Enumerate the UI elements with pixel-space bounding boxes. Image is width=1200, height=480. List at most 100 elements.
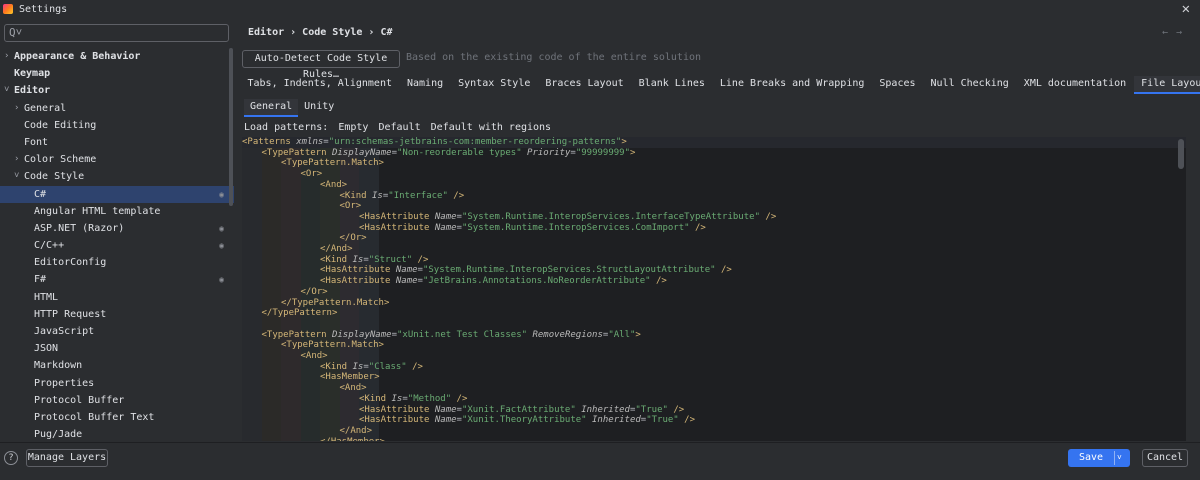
code-token: <HasAttribute — [359, 415, 435, 426]
tab[interactable]: Null Checking — [923, 76, 1016, 94]
sidebar-item[interactable]: › Color Scheme — [0, 151, 234, 168]
sidebar-item[interactable]: ASP.NET (Razor) ◉ — [0, 220, 234, 237]
subtab[interactable]: Unity — [298, 99, 340, 117]
sidebar-item[interactable]: HTTP Request — [0, 306, 234, 323]
chevron-right-icon[interactable]: › — [4, 48, 9, 65]
load-pattern-default-link[interactable]: Default — [378, 122, 420, 133]
load-patterns-bar: Load patterns: Empty Default Default wit… — [244, 122, 555, 133]
chevron-down-icon[interactable]: ˅ — [4, 82, 9, 99]
code-token: /> — [667, 404, 685, 415]
code-token: Is — [352, 361, 364, 372]
auto-detect-hint: Based on the existing code of the entire… — [406, 52, 702, 63]
auto-detect-button[interactable]: Auto-Detect Code Style Rules… — [242, 50, 400, 80]
layers-icon: ◉ — [219, 241, 224, 251]
sidebar-item-label: Protocol Buffer Text — [34, 411, 155, 423]
tab[interactable]: File Layout — [1133, 76, 1200, 94]
code-token: /> — [406, 361, 423, 372]
code-token: /> — [678, 415, 695, 426]
sidebar-item[interactable]: HTML — [0, 289, 234, 306]
sidebar-item[interactable]: Angular HTML template — [0, 203, 234, 220]
help-icon[interactable]: ? — [4, 451, 18, 465]
chevron-right-icon[interactable]: › — [14, 100, 19, 117]
sidebar-item[interactable]: F# ◉ — [0, 271, 234, 288]
load-pattern-empty-link[interactable]: Empty — [338, 122, 368, 133]
code-line: </Or> — [340, 233, 367, 244]
sidebar-item[interactable]: › General — [0, 100, 234, 117]
code-token: </And> — [339, 425, 373, 436]
code-token: "All" — [608, 329, 636, 340]
code-token: </And> — [320, 244, 353, 254]
subtab[interactable]: General — [244, 99, 299, 117]
code-token: xmlns — [296, 137, 324, 147]
code-token: Name — [434, 211, 457, 222]
code-line: <Kind Is="Interface" /> — [340, 191, 465, 202]
sidebar-item[interactable]: EditorConfig — [0, 254, 234, 271]
sidebar-item-label: Color Scheme — [24, 154, 97, 166]
code-token: </TypePattern.Match> — [281, 297, 390, 308]
save-button[interactable]: Save ˅ — [1068, 449, 1130, 467]
sidebar-item[interactable]: Properties — [0, 375, 234, 392]
tab[interactable]: Spaces — [872, 76, 923, 94]
code-token: Priority — [527, 147, 571, 158]
sidebar-item[interactable]: Code Editing — [0, 117, 234, 134]
code-line: <TypePattern DisplayName="Non-reorderabl… — [262, 148, 636, 159]
sidebar-item[interactable]: Font — [0, 134, 234, 151]
code-token: "True" — [646, 415, 679, 426]
sidebar-item[interactable]: › Appearance & Behavior — [0, 48, 234, 65]
code-token: Name — [434, 404, 457, 415]
chevron-down-icon[interactable]: ˅ — [14, 168, 19, 185]
sidebar-item[interactable]: ˅ Editor — [0, 82, 234, 99]
code-line: <HasMember> — [320, 372, 380, 383]
sidebar-scrollbar[interactable] — [229, 48, 233, 206]
code-token: <Or> — [339, 201, 362, 212]
sidebar-item[interactable]: Keymap — [0, 65, 234, 82]
sidebar-item[interactable]: Markdown — [0, 357, 234, 374]
chevron-down-icon[interactable]: ˅ — [1117, 449, 1122, 467]
forward-arrow-icon[interactable]: → — [1176, 27, 1190, 38]
code-token: DisplayName — [331, 329, 392, 340]
code-line: <HasAttribute Name="Xunit.TheoryAttribut… — [359, 415, 695, 426]
pattern-code-editor[interactable]: <Patterns xmlns="urn:schemas-jetbrains-c… — [242, 137, 1186, 441]
tab[interactable]: Braces Layout — [538, 76, 631, 94]
tab[interactable]: Syntax Style — [451, 76, 538, 94]
editor-scrollbar[interactable] — [1178, 139, 1184, 169]
layers-icon: ◉ — [219, 275, 224, 285]
tab[interactable]: XML documentation — [1016, 76, 1133, 94]
sidebar-item[interactable]: C/C++ ◉ — [0, 237, 234, 254]
code-token: "System.Runtime.InteropServices.Interfac… — [461, 211, 760, 222]
code-token: "JetBrains.Annotations.NoReorderAttribut… — [422, 276, 651, 287]
code-token: </TypePattern> — [261, 308, 338, 319]
cancel-button[interactable]: Cancel — [1142, 449, 1188, 467]
sidebar-item-label: Markdown — [34, 360, 83, 372]
code-token: <Kind — [320, 361, 353, 372]
code-token: "System.Runtime.InteropServices.ComImpor… — [461, 222, 690, 233]
sidebar-item[interactable]: Protocol Buffer Text — [0, 409, 234, 426]
sidebar-item[interactable]: Pug/Jade — [0, 426, 234, 443]
tab[interactable]: Blank Lines — [631, 76, 712, 94]
load-pattern-default-regions-link[interactable]: Default with regions — [431, 122, 551, 133]
back-arrow-icon[interactable]: ← — [1162, 27, 1176, 38]
settings-content: Editor › Code Style › C# ←→ Auto-Detect … — [234, 18, 1200, 442]
sidebar-item[interactable]: ˅ Code Style — [0, 168, 234, 185]
sidebar-item[interactable]: Protocol Buffer — [0, 392, 234, 409]
sidebar-item[interactable]: JSON — [0, 340, 234, 357]
code-token: Name — [395, 265, 418, 276]
code-token: "Non-reorderable types" — [396, 147, 522, 158]
code-token: DisplayName — [331, 147, 392, 158]
tab[interactable]: Line Breaks and Wrapping — [712, 76, 872, 94]
file-layout-subtabs: General Unity — [244, 99, 340, 117]
tab[interactable]: Tabs, Indents, Alignment — [240, 76, 400, 94]
code-token: "Class" — [368, 361, 407, 372]
code-token: "True" — [635, 404, 668, 415]
code-line: <HasAttribute Name="System.Runtime.Inter… — [359, 223, 706, 234]
sidebar-item[interactable]: JavaScript — [0, 323, 234, 340]
chevron-right-icon[interactable]: › — [14, 151, 19, 168]
code-token: RemoveRegions — [532, 329, 603, 340]
manage-layers-button[interactable]: Manage Layers — [26, 449, 108, 467]
tab[interactable]: Naming — [400, 76, 451, 94]
sidebar-item[interactable]: C# ◉ — [0, 185, 234, 203]
search-input[interactable]: Q˅ — [4, 24, 229, 42]
code-line: </And> — [340, 426, 373, 437]
code-token: <Kind — [339, 190, 373, 201]
close-icon[interactable]: ✕ — [1182, 1, 1190, 17]
